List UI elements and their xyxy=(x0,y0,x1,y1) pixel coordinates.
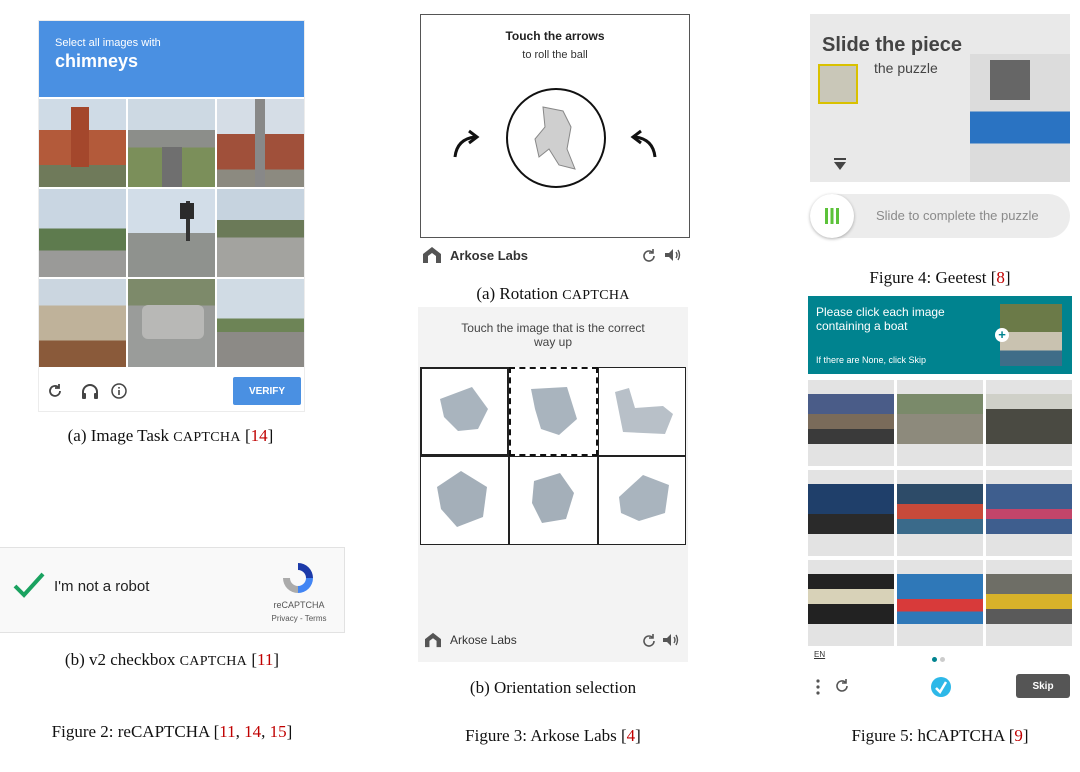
orientation-option-4[interactable] xyxy=(420,456,509,545)
citation-link[interactable]: 11 xyxy=(219,722,235,741)
recaptcha-checkbox-widget: I'm not a robot reCAPTCHA Privacy - Term… xyxy=(0,547,345,633)
citation-link[interactable]: 8 xyxy=(996,268,1005,287)
caption-fig3: Figure 3: Arkose Labs [4] xyxy=(465,726,641,745)
hcaptcha-header: Please click each image containing a boa… xyxy=(808,296,1072,374)
hcaptcha-prompt: Please click each image containing a boa… xyxy=(816,305,945,333)
captcha-header: Select all images with chimneys xyxy=(39,21,304,97)
caption-fig2: Figure 2: reCAPTCHA [11, 14, 15] xyxy=(51,722,293,741)
hcaptcha-image-6[interactable] xyxy=(986,470,1072,556)
grid-image-6[interactable] xyxy=(217,189,304,277)
hcaptcha-image-9[interactable] xyxy=(986,560,1072,646)
arrow-down-icon xyxy=(834,158,846,170)
grid-image-4[interactable] xyxy=(39,189,126,277)
geetest-subtitle: the puzzle xyxy=(874,60,938,76)
citation-link[interactable]: 14 xyxy=(244,722,261,741)
citation-link[interactable]: 11 xyxy=(257,650,273,669)
skip-button[interactable]: Skip xyxy=(1016,674,1070,698)
puzzle-slider[interactable]: Slide to complete the puzzle xyxy=(810,194,1070,238)
geetest-captcha: Slide the piece the puzzle xyxy=(810,14,1070,182)
orientation-option-5[interactable] xyxy=(509,456,598,545)
grid-image-2[interactable] xyxy=(128,99,215,187)
info-icon[interactable] xyxy=(111,383,127,399)
recaptcha-logo-icon xyxy=(283,563,313,593)
orientation-prompt: Touch the image that is the correct way … xyxy=(461,321,645,349)
arkose-logo-icon xyxy=(425,632,441,648)
caption-fig3b: (b) Orientation selection xyxy=(469,678,637,697)
citation-link[interactable]: 15 xyxy=(270,722,287,741)
caption-fig3a: (a) Rotation CAPTCHA xyxy=(476,284,630,303)
rotate-left-arrow-icon[interactable] xyxy=(449,127,483,161)
language-selector[interactable]: EN xyxy=(814,650,825,659)
citation-link[interactable]: 9 xyxy=(1014,726,1023,745)
checkbox-label: I'm not a robot xyxy=(54,578,150,595)
page-indicator xyxy=(932,657,946,662)
refresh-icon[interactable] xyxy=(834,678,850,694)
orientation-option-1[interactable] xyxy=(420,367,509,456)
rotation-subtitle: to roll the ball xyxy=(522,49,588,61)
headphones-icon[interactable] xyxy=(81,383,99,399)
caption-fig4: Figure 4: Geetest [8] xyxy=(869,268,1011,287)
hcaptcha-logo-icon xyxy=(931,677,951,697)
arkose-logo-icon xyxy=(423,247,441,263)
example-image xyxy=(1000,304,1062,366)
grid-image-3[interactable] xyxy=(217,99,304,187)
grid-image-5[interactable] xyxy=(128,189,215,277)
grid-image-1[interactable] xyxy=(39,99,126,187)
hcaptcha-image-2[interactable] xyxy=(897,380,983,466)
caption-fig5: Figure 5: hCAPTCHA [9] xyxy=(851,726,1029,745)
audio-icon[interactable] xyxy=(662,633,680,647)
recaptcha-brand: reCAPTCHA xyxy=(273,600,325,610)
rotation-title: Touch the arrows xyxy=(505,29,605,43)
rotate-right-arrow-icon[interactable] xyxy=(627,127,661,161)
caption-fig2a: (a) Image Task CAPTCHA [14] xyxy=(67,426,274,445)
orientation-option-3[interactable] xyxy=(598,367,686,456)
slider-label: Slide to complete the puzzle xyxy=(876,208,1039,223)
puzzle-image xyxy=(970,54,1070,182)
hcaptcha-widget: Please click each image containing a boa… xyxy=(808,296,1072,706)
orientation-option-6[interactable] xyxy=(598,456,686,545)
citation-link[interactable]: 14 xyxy=(251,426,268,445)
arkose-brand: Arkose Labs xyxy=(450,247,529,263)
grid-image-8[interactable] xyxy=(128,279,215,367)
arkose-brand: Arkose Labs xyxy=(450,633,517,647)
hcaptcha-image-7[interactable] xyxy=(808,560,894,646)
hcaptcha-image-1[interactable] xyxy=(808,380,894,466)
geetest-title: Slide the piece xyxy=(822,34,963,56)
hcaptcha-image-4[interactable] xyxy=(808,470,894,556)
grid-image-9[interactable] xyxy=(217,279,304,367)
privacy-terms-link[interactable]: Privacy - Terms xyxy=(262,614,336,623)
hcaptcha-skip-hint: If there are None, click Skip xyxy=(816,355,927,365)
arkose-footer: Arkose Labs xyxy=(422,240,688,270)
puzzle-piece[interactable] xyxy=(818,64,858,104)
checkmark-icon[interactable] xyxy=(12,570,46,600)
slider-handle[interactable] xyxy=(810,194,854,238)
rotation-captcha: Touch the arrows to roll the ball xyxy=(420,14,690,238)
reload-icon[interactable] xyxy=(47,383,63,399)
ball-image xyxy=(506,88,606,188)
arkose-footer: Arkose Labs xyxy=(424,625,686,655)
hcaptcha-image-5[interactable] xyxy=(897,470,983,556)
plus-icon: + xyxy=(995,328,1009,342)
hcaptcha-image-8[interactable] xyxy=(897,560,983,646)
captcha-prompt: Select all images with xyxy=(55,37,161,49)
image-task-captcha: Select all images with chimneys VERIFY xyxy=(38,20,305,412)
citation-link[interactable]: 4 xyxy=(627,726,636,745)
grid-image-7[interactable] xyxy=(39,279,126,367)
refresh-icon[interactable] xyxy=(642,633,656,647)
refresh-icon[interactable] xyxy=(642,248,656,262)
verify-button[interactable]: VERIFY xyxy=(233,377,301,405)
hcaptcha-image-3[interactable] xyxy=(986,380,1072,466)
menu-dots-icon[interactable] xyxy=(816,679,820,695)
orientation-captcha: Touch the image that is the correct way … xyxy=(418,307,688,662)
orientation-option-2[interactable] xyxy=(509,367,598,456)
grip-icon xyxy=(825,208,839,224)
audio-icon[interactable] xyxy=(664,248,682,262)
caption-fig2b: (b) v2 checkbox CAPTCHA [11] xyxy=(64,650,280,669)
captcha-object: chimneys xyxy=(55,51,139,71)
